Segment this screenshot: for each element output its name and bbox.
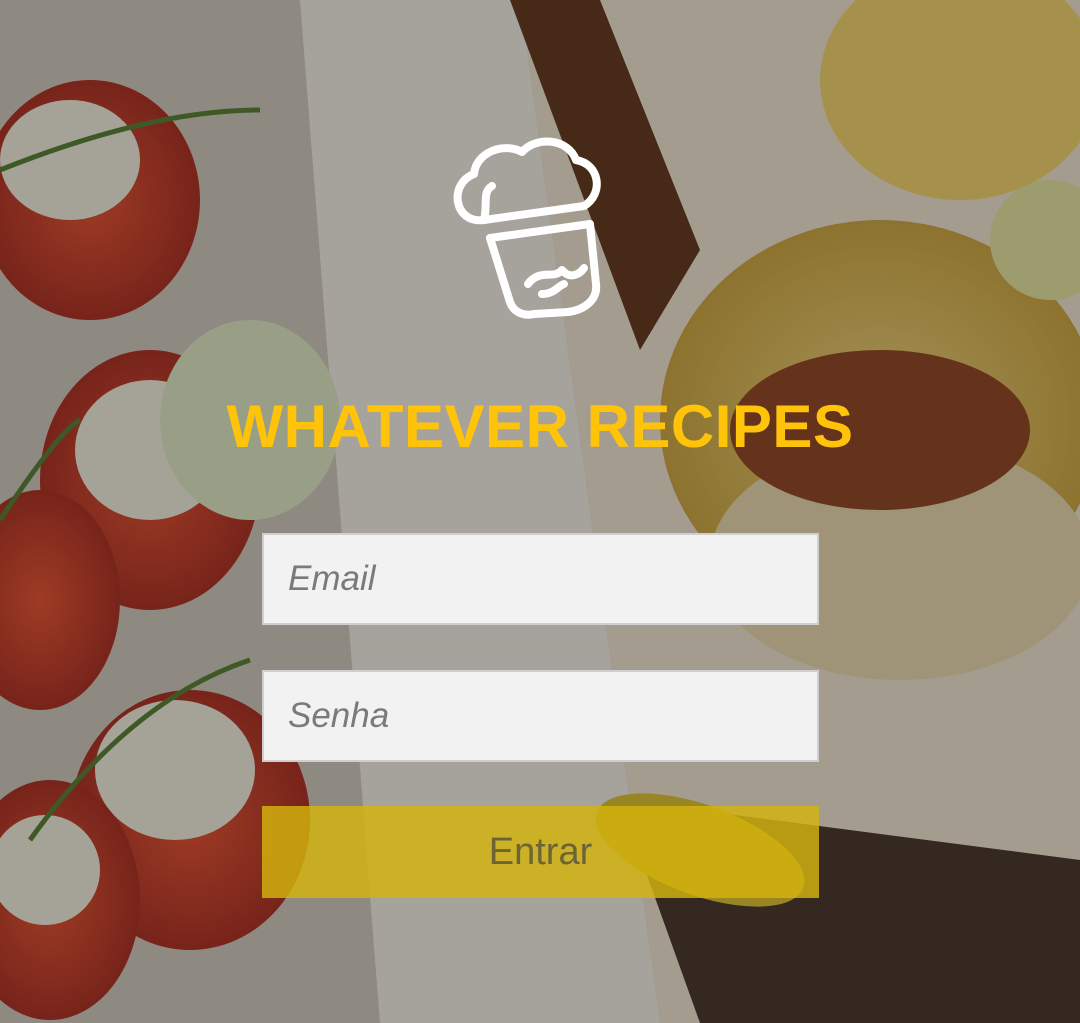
login-screen: WHATEVER RECIPES Entrar [0,0,1080,1023]
login-button[interactable]: Entrar [262,806,819,898]
password-field[interactable] [262,670,819,762]
app-title: WHATEVER RECIPES [226,393,854,460]
login-content: WHATEVER RECIPES Entrar [0,0,1080,1023]
email-field[interactable] [262,533,819,625]
chef-hat-icon [453,137,601,319]
